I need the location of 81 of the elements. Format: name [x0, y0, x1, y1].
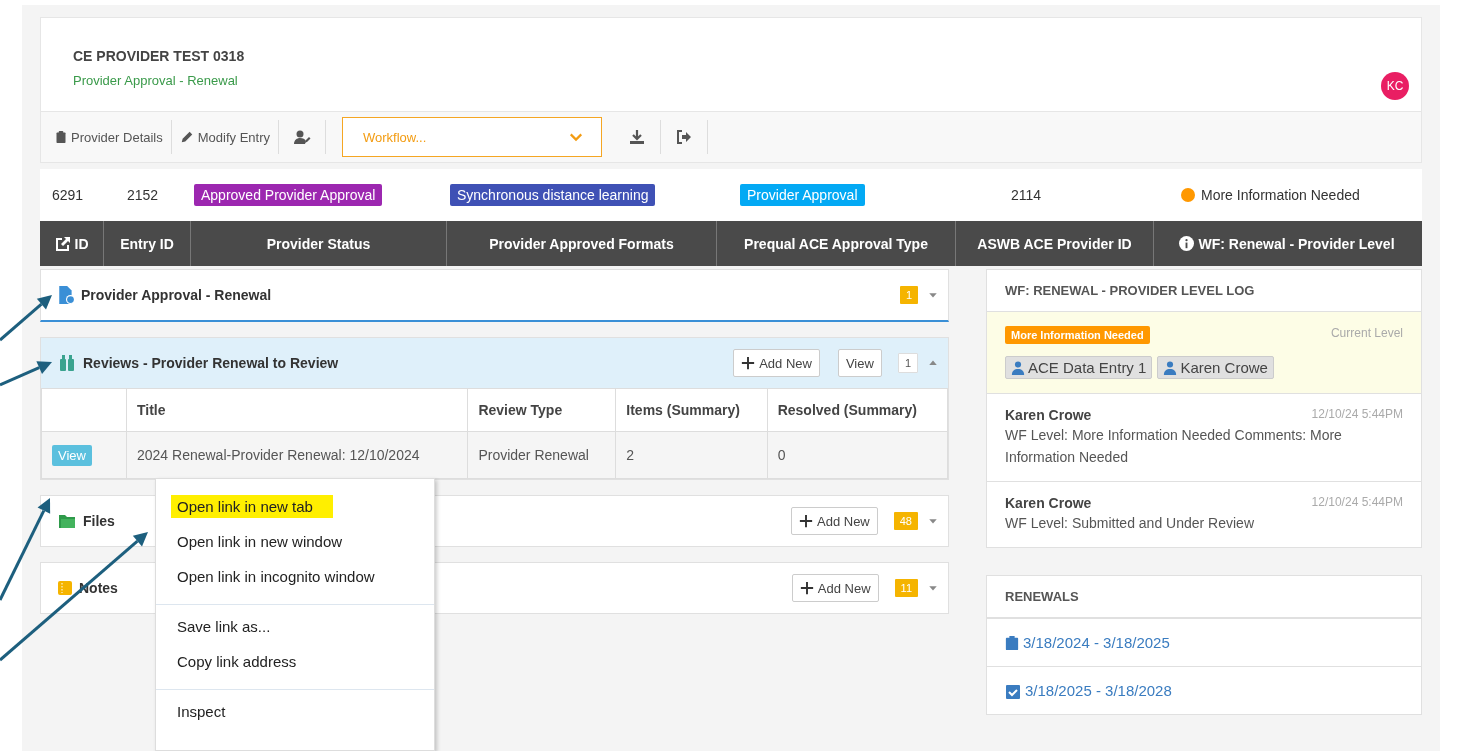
plus-icon: [799, 514, 813, 528]
exit-icon[interactable]: [676, 129, 692, 145]
annotation-arrow: [0, 361, 52, 387]
caret-down-icon[interactable]: [928, 290, 938, 300]
record-subtitle: Provider Approval - Renewal: [73, 73, 239, 88]
annotation-arrow: [0, 295, 52, 342]
summary-value: 2114: [1010, 187, 1042, 203]
column-header: WF: Renewal - Provider Level: [1153, 221, 1420, 266]
column-header: ASWB ACE Provider ID: [955, 221, 1153, 266]
status-tag: Synchronous distance learning: [450, 184, 656, 206]
count-badge: 1: [897, 353, 918, 373]
caret-down-icon[interactable]: [928, 583, 938, 593]
column-header: Provider Approved Formats: [446, 221, 716, 266]
card-title: RENEWALS: [987, 576, 1421, 618]
timestamp: 12/10/24 5:44PM: [1311, 407, 1403, 423]
column-header: Resolved (Summary): [767, 388, 948, 432]
notebook-icon: [57, 580, 73, 596]
user-avatar[interactable]: KC: [1381, 72, 1409, 100]
renewal-link[interactable]: 3/18/2025 - 3/18/2028: [987, 666, 1421, 714]
add-new-button[interactable]: Add New: [791, 574, 879, 602]
external-link-icon: [54, 235, 71, 252]
assignee-chip: ACE Data Entry 1: [1005, 356, 1153, 379]
section-title: Files: [83, 513, 116, 529]
menu-item[interactable]: Open link in new tab: [171, 495, 333, 518]
status-tag: Provider Approval: [740, 184, 865, 206]
menu-item[interactable]: Inspect: [177, 701, 246, 722]
column-header: Title: [126, 388, 468, 432]
count-badge: 48: [893, 512, 918, 530]
column-header: Items (Summary): [615, 388, 768, 432]
column-header: Entry ID: [103, 221, 190, 266]
menu-item[interactable]: Copy link address: [177, 651, 317, 672]
plus-icon: [799, 581, 814, 595]
column-header: Review Type: [467, 388, 616, 432]
section-title: Provider Approval - Renewal: [81, 287, 273, 303]
add-new-button[interactable]: Add New: [733, 349, 820, 377]
table-cell: 2: [615, 431, 768, 479]
assignee-chip: Karen Crowe: [1157, 356, 1274, 379]
table-cell: 2024 Renewal-Provider Renewal: 12/10/2024: [126, 431, 468, 479]
view-button[interactable]: View: [837, 349, 882, 377]
column-header: ID: [40, 221, 103, 266]
menu-item[interactable]: Open link in incognito window: [177, 566, 395, 587]
count-badge: 1: [899, 286, 918, 304]
user-edit-icon[interactable]: [293, 129, 311, 145]
summary-value: 6291: [51, 187, 84, 203]
folder-icon: [57, 513, 77, 529]
menu-item[interactable]: Open link in new window: [177, 531, 363, 552]
document-icon: [57, 286, 75, 304]
download-icon[interactable]: [629, 129, 645, 145]
table-cell: 0: [767, 431, 948, 479]
caret-up-icon[interactable]: [928, 358, 938, 368]
column-header: Prequal ACE Approval Type: [716, 221, 955, 266]
add-new-button[interactable]: Add New: [791, 507, 878, 535]
person-icon: [1163, 360, 1178, 375]
count-badge: 11: [894, 579, 918, 597]
plus-icon: [741, 356, 756, 370]
modify-entry-button[interactable]: Modify Entry: [171, 120, 279, 154]
provider-details-button[interactable]: Provider Details: [47, 120, 172, 154]
pencil-icon: [179, 130, 194, 144]
record-title: CE PROVIDER TEST 0318: [73, 48, 246, 64]
section-title: Reviews - Provider Renewal to Review: [83, 355, 340, 371]
column-header: Provider Status: [190, 221, 446, 266]
menu-item[interactable]: Save link as...: [177, 616, 291, 637]
person-icon: [1011, 360, 1025, 375]
calendar-check-icon: [1005, 682, 1021, 699]
binoculars-icon: [57, 355, 77, 371]
clipboard-icon: [55, 130, 67, 144]
renewal-link[interactable]: 3/18/2024 - 3/18/2025: [987, 618, 1421, 666]
status-tag: Approved Provider Approval: [194, 184, 383, 206]
timestamp: 12/10/24 5:44PM: [1311, 495, 1403, 511]
info-icon: [1179, 236, 1195, 251]
status-tag: More Information Needed: [1005, 326, 1150, 344]
author-name: Karen Crowe: [1005, 495, 1092, 511]
caret-down-icon[interactable]: [928, 516, 938, 526]
log-text: WF Level: Submitted and Under Review: [1005, 514, 1255, 533]
table-cell: Provider Renewal: [467, 431, 616, 479]
clipboard-icon: [1005, 634, 1019, 651]
status-text: More Information Needed: [1201, 187, 1360, 203]
summary-value: 2152: [126, 187, 159, 203]
author-name: Karen Crowe: [1005, 407, 1092, 423]
current-level-label: Current Level: [1330, 326, 1403, 340]
log-text: WF Level: More Information Needed Comments: More Information Needed: [1005, 426, 1343, 467]
